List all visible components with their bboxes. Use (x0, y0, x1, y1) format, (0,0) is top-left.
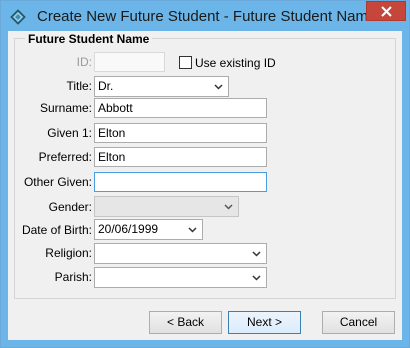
parish-label: Parish: (54, 270, 92, 284)
app-diamond-icon (10, 9, 26, 25)
use-existing-id-checkbox[interactable] (179, 56, 192, 69)
surname-field[interactable]: Abbott (94, 98, 267, 118)
surname-label: Surname: (39, 101, 92, 115)
dob-value: 20/06/1999 (98, 222, 159, 236)
title-value: Dr. (98, 79, 114, 93)
back-button[interactable]: < Back (149, 311, 222, 334)
chevron-down-icon (188, 227, 197, 233)
id-label: ID: (76, 55, 92, 69)
close-button[interactable] (366, 1, 406, 21)
parish-dropdown[interactable] (94, 267, 267, 288)
cancel-button[interactable]: Cancel (322, 311, 395, 334)
preferred-field[interactable]: Elton (94, 147, 267, 167)
given1-label: Given 1: (47, 126, 92, 140)
title-dropdown[interactable]: Dr. (94, 76, 229, 97)
gender-label: Gender: (48, 200, 92, 214)
use-existing-id-label: Use existing ID (195, 56, 276, 70)
other-given-label: Other Given: (23, 175, 92, 189)
dialog-body: Future Student Name ID: Use existing ID … (8, 31, 402, 340)
window-title: Create New Future Student - Future Stude… (37, 8, 377, 25)
religion-dropdown[interactable] (94, 243, 267, 264)
other-given-field[interactable] (94, 172, 267, 192)
chevron-down-icon (252, 251, 261, 257)
preferred-label: Preferred: (38, 150, 92, 164)
religion-label: Religion: (45, 246, 92, 260)
next-button[interactable]: Next > (228, 311, 301, 334)
id-field[interactable] (94, 52, 165, 72)
close-icon (381, 6, 392, 17)
gender-dropdown[interactable] (94, 196, 239, 217)
given1-field[interactable]: Elton (94, 123, 267, 143)
title-label: Title: (66, 79, 92, 93)
chevron-down-icon (214, 84, 223, 90)
dob-label: Date of Birth: (21, 223, 92, 237)
title-bar[interactable]: Create New Future Student - Future Stude… (1, 1, 409, 31)
dialog-window: Create New Future Student - Future Stude… (0, 0, 410, 348)
group-title: Future Student Name (25, 33, 153, 45)
dob-picker[interactable]: 20/06/1999 (94, 219, 203, 240)
chevron-down-icon (252, 275, 261, 281)
chevron-down-icon (224, 204, 233, 210)
